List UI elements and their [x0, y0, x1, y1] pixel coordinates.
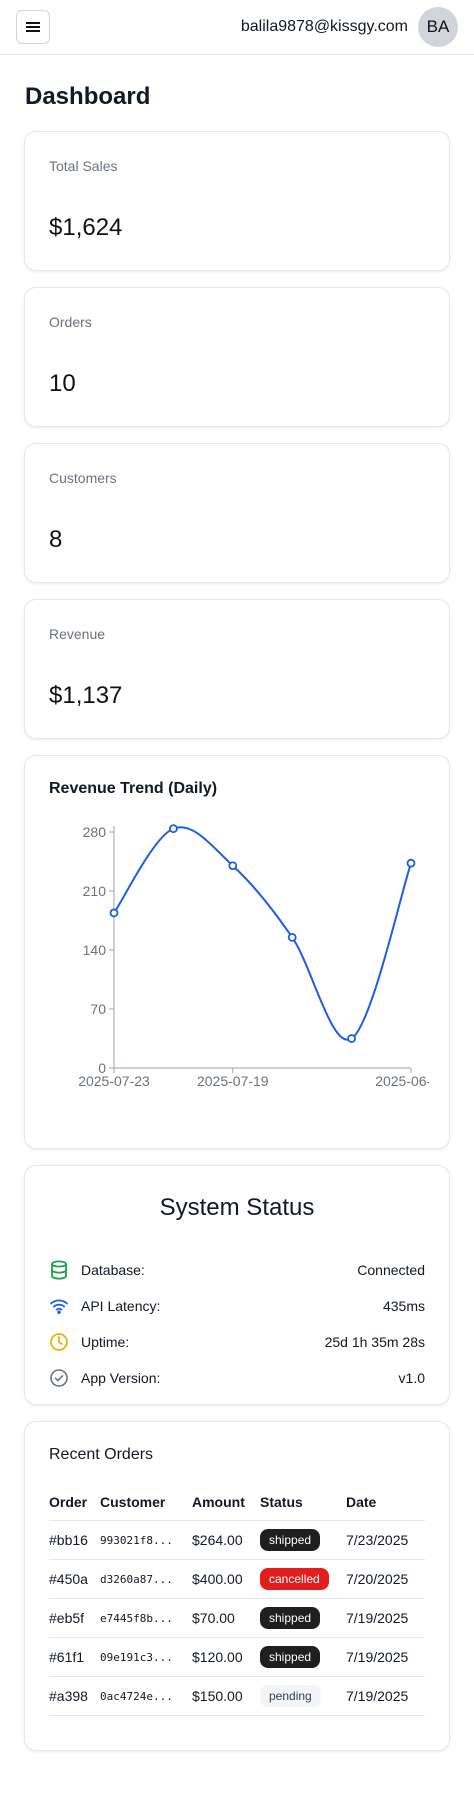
y-tick-label: 210 — [83, 883, 107, 899]
chart-title: Revenue Trend (Daily) — [49, 780, 218, 797]
stat-card-revenue: Revenue $1,137 — [24, 599, 450, 739]
status-value: v1.0 — [398, 1370, 425, 1386]
status-badge: shipped — [260, 1646, 321, 1668]
revenue-trend-chart: 0701402102802025-07-232025-07-192025-06-… — [78, 824, 429, 1089]
stat-card-customers: Customers 8 — [24, 443, 450, 583]
order-amount: $150.00 — [192, 1676, 260, 1716]
status-badge: pending — [260, 1685, 321, 1707]
recent-orders-title: Recent Orders — [49, 1446, 154, 1463]
table-row[interactable]: #450a d3260a87... $400.00 cancelled 7/20… — [49, 1559, 425, 1599]
status-label: API Latency: — [81, 1298, 161, 1314]
stat-label: Revenue — [49, 626, 106, 642]
stat-label: Customers — [49, 470, 117, 486]
stat-card-orders: Orders 10 — [24, 287, 450, 427]
status-badge: shipped — [260, 1529, 321, 1551]
order-id: #61f1 — [49, 1637, 100, 1677]
column-header[interactable]: Amount — [192, 1494, 260, 1521]
data-point — [406, 858, 416, 868]
orders-table: Order Customer Amount Status Date #bb16 … — [49, 1494, 425, 1716]
recent-orders-card: Recent Orders Order Customer Amount Stat… — [24, 1421, 450, 1751]
order-date: 7/23/2025 — [346, 1520, 425, 1560]
order-amount: $264.00 — [192, 1520, 260, 1560]
order-amount: $70.00 — [192, 1598, 260, 1638]
table-row[interactable]: #eb5f e7445f8b... $70.00 shipped 7/19/20… — [49, 1598, 425, 1638]
order-date: 7/19/2025 — [346, 1598, 425, 1638]
customer-id: e7445f8b... — [100, 1598, 192, 1638]
page-title: Dashboard — [25, 83, 151, 110]
status-label: Database: — [81, 1262, 145, 1278]
order-date: 7/20/2025 — [346, 1559, 425, 1599]
order-amount: $400.00 — [192, 1559, 260, 1599]
revenue-trend-card: Revenue Trend (Daily) 0 70 140 210 280 2025-0… — [24, 755, 450, 1149]
order-id: #eb5f — [49, 1598, 100, 1638]
status-row-app-version: App Version: v1.0 — [49, 1360, 425, 1396]
system-status-card: System Status Database: Connected API La… — [24, 1165, 450, 1405]
x-tick-label: 2025-07-19 — [197, 1073, 269, 1089]
status-badge: cancelled — [260, 1568, 329, 1590]
user-email: balila9878@kissgy.com — [240, 18, 408, 35]
stat-label: Orders — [49, 314, 92, 330]
user-menu[interactable]: balila9878@kissgy.com BA — [241, 7, 458, 47]
menu-button[interactable] — [16, 10, 50, 44]
x-tick-label: 2025-06-01 — [375, 1073, 429, 1089]
top-bar: balila9878@kissgy.com BA — [0, 0, 474, 55]
status-value: 25d 1h 35m 28s — [324, 1334, 425, 1350]
stat-card-total-sales: Total Sales $1,624 — [24, 131, 450, 271]
data-point — [228, 861, 238, 871]
status-label: Uptime: — [81, 1334, 130, 1350]
customer-id: d3260a87... — [100, 1559, 192, 1599]
order-id: #bb16 — [49, 1520, 100, 1560]
y-tick-label: 140 — [83, 942, 107, 958]
status-label: App Version: — [81, 1370, 161, 1386]
table-header-row: Order Customer Amount Status Date — [49, 1494, 425, 1521]
check-circle-icon — [49, 1368, 69, 1388]
status-badge: shipped — [260, 1607, 321, 1629]
order-amount: $120.00 — [192, 1637, 260, 1677]
customer-id: 993021f8... — [100, 1520, 192, 1560]
data-point — [169, 824, 178, 834]
status-value: Connected — [357, 1262, 425, 1278]
stat-value: 10 — [49, 370, 76, 397]
order-id: #a398 — [49, 1676, 100, 1716]
order-date: 7/19/2025 — [346, 1637, 425, 1677]
database-icon — [49, 1260, 69, 1280]
data-point — [109, 908, 119, 918]
system-status-title: System Status — [159, 1194, 315, 1221]
column-header[interactable]: Customer — [100, 1494, 192, 1521]
status-row-api-latency: API Latency: 435ms — [49, 1288, 425, 1324]
y-tick-label: 280 — [83, 824, 107, 840]
table-row[interactable]: #a398 0ac4724e... $150.00 pending 7/19/2… — [49, 1676, 425, 1716]
stat-label: Total Sales — [49, 158, 118, 174]
avatar[interactable]: BA — [418, 7, 458, 47]
status-row-uptime: Uptime: 25d 1h 35m 28s — [49, 1324, 425, 1360]
order-date: 7/19/2025 — [346, 1676, 425, 1716]
data-point — [287, 932, 297, 942]
table-row[interactable]: #bb16 993021f8... $264.00 shipped 7/23/2… — [49, 1520, 425, 1560]
customer-id: 09e191c3... — [100, 1637, 192, 1677]
status-value: 435ms — [382, 1298, 425, 1314]
hamburger-icon — [26, 22, 40, 32]
status-row-database: Database: Connected — [49, 1252, 425, 1288]
x-tick-label: 2025-07-23 — [78, 1073, 150, 1089]
clock-icon — [49, 1332, 69, 1352]
column-header[interactable]: Status — [260, 1494, 346, 1521]
order-id: #450a — [49, 1559, 100, 1599]
stat-value: $1,624 — [49, 214, 123, 241]
column-header[interactable]: Order — [49, 1494, 100, 1521]
y-tick-label: 70 — [90, 1001, 106, 1017]
stat-value: $1,137 — [49, 682, 123, 709]
data-point — [347, 1034, 357, 1043]
stat-value: 8 — [49, 526, 63, 553]
table-row[interactable]: #61f1 09e191c3... $120.00 shipped 7/19/2… — [49, 1637, 425, 1677]
customer-id: 0ac4724e... — [100, 1676, 192, 1716]
column-header[interactable]: Date — [346, 1494, 425, 1521]
wifi-icon — [49, 1296, 69, 1316]
series-line — [113, 826, 412, 1041]
